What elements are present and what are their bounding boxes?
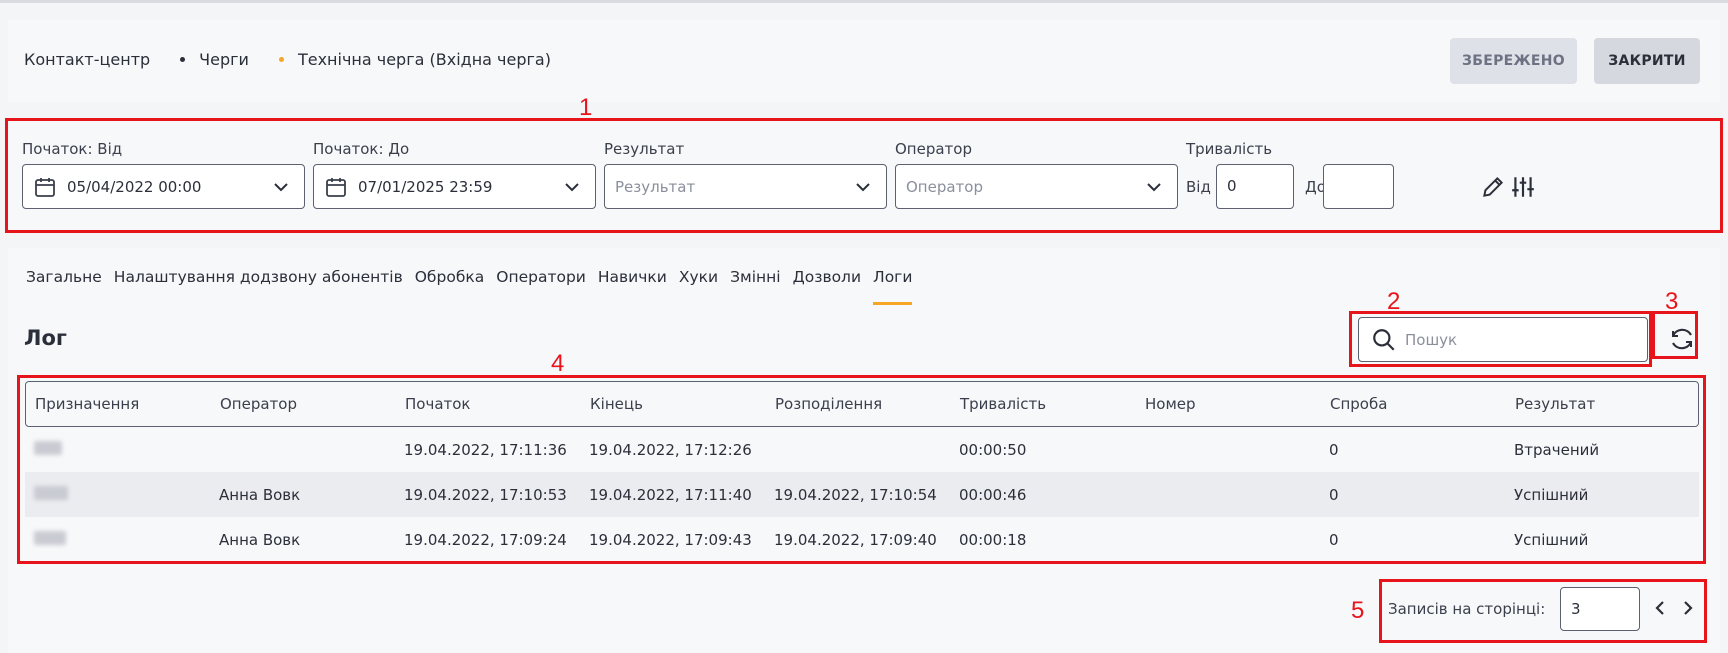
tab-operators[interactable]: Оператори	[496, 268, 586, 286]
tab-bar: Загальне Налаштування додзвону абонентів…	[26, 268, 924, 305]
annotation-box	[1652, 311, 1698, 359]
annotation-box	[17, 375, 1706, 564]
annotation-label: 3	[1665, 288, 1679, 315]
annotation-label: 2	[1387, 288, 1401, 315]
annotation-box	[1379, 579, 1707, 643]
breadcrumb-current: Технічна черга (Вхідна черга)	[297, 50, 551, 69]
tab-variables[interactable]: Змінні	[730, 268, 781, 286]
tab-permissions[interactable]: Дозволи	[793, 268, 861, 286]
tab-dial-settings[interactable]: Налаштування додзвону абонентів	[114, 268, 403, 286]
annotation-box	[1349, 311, 1652, 367]
annotation-box	[5, 118, 1723, 233]
page-header: Контакт-центр Черги Технічна черга (Вхід…	[8, 20, 1720, 102]
breadcrumb-separator	[180, 57, 186, 62]
annotation-label: 1	[579, 94, 593, 121]
annotation-label: 5	[1351, 597, 1365, 624]
breadcrumb: Контакт-центр Черги Технічна черга (Вхід…	[24, 50, 551, 69]
tab-processing[interactable]: Обробка	[415, 268, 485, 286]
tab-skills[interactable]: Навички	[598, 268, 667, 286]
breadcrumb-separator	[278, 57, 284, 62]
breadcrumb-queues[interactable]: Черги	[199, 50, 249, 69]
tab-logs[interactable]: Логи	[873, 268, 913, 305]
annotation-label: 4	[551, 350, 565, 377]
close-button[interactable]: ЗАКРИТИ	[1594, 38, 1700, 84]
section-title: Лог	[24, 326, 67, 350]
top-border	[0, 0, 1728, 3]
saved-button[interactable]: ЗБЕРЕЖЕНО	[1450, 38, 1577, 84]
breadcrumb-contact-center[interactable]: Контакт-центр	[24, 50, 150, 69]
tab-hooks[interactable]: Хуки	[679, 268, 718, 286]
tab-general[interactable]: Загальне	[26, 268, 102, 286]
